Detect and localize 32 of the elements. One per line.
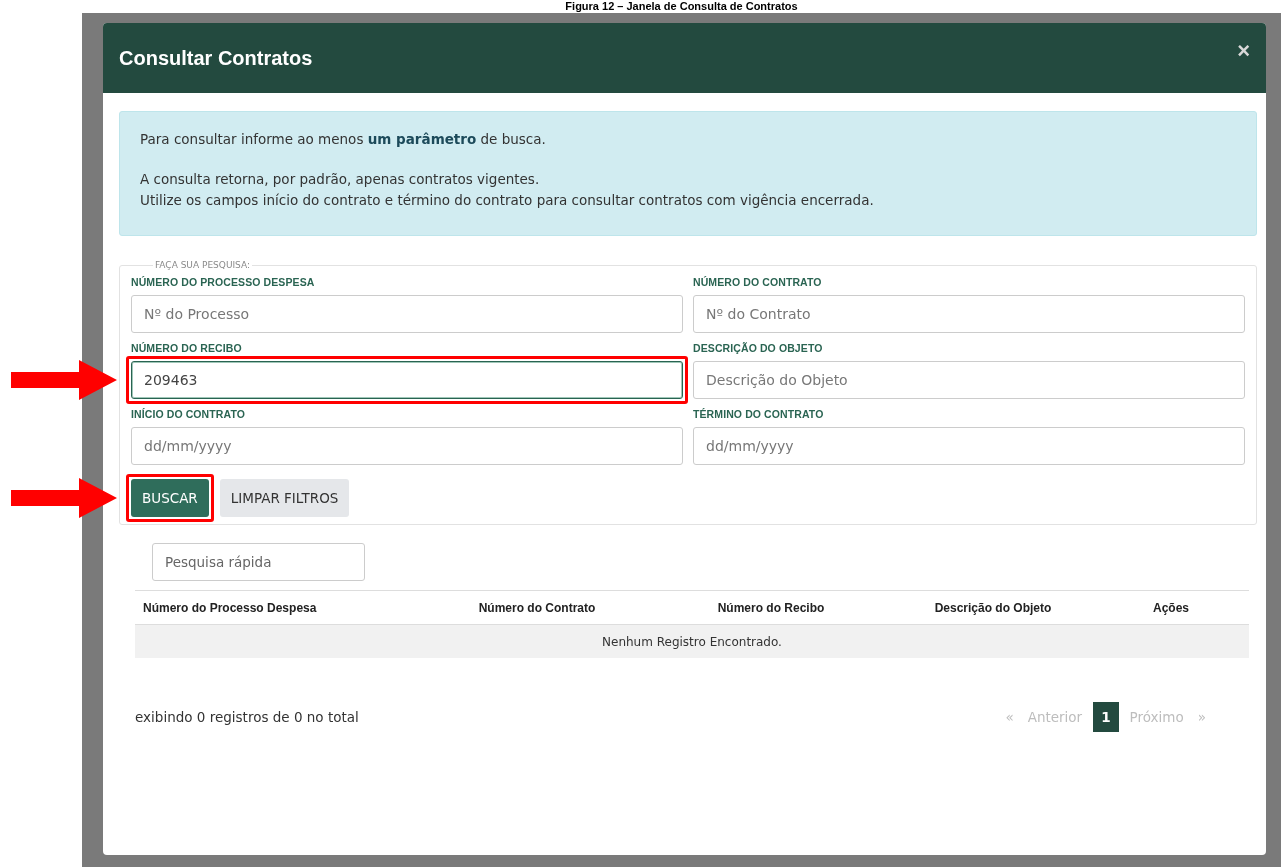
field-label: NÚMERO DO PROCESSO DESPESA [131, 276, 316, 288]
page-button[interactable]: 1 [1093, 702, 1119, 732]
records-info: exibindo 0 registros de 0 no total [135, 709, 359, 725]
input-field[interactable]: Nº do Contrato [693, 295, 1245, 333]
alert-text: A consulta retorna, por padrão, apenas contratos vigentes. [140, 170, 541, 189]
empty-message: Nenhum Registro Encontrado. [602, 634, 782, 649]
alert-text: Para consultar informe ao menos um parâmetro de busca. [140, 130, 547, 149]
modal-title: Consultar Contratos [119, 46, 313, 70]
clear-filters-button[interactable]: LIMPAR FILTROS [219, 479, 350, 517]
column-header: Descrição do Objeto [934, 600, 1052, 615]
field-label: NÚMERO DO CONTRATO [693, 276, 823, 288]
close-button[interactable]: × [1233, 38, 1254, 64]
input-field[interactable]: dd/mm/yyyy [693, 427, 1245, 465]
alert-text: Utilize os campos início do contrato e término do contrato para consultar contratos com vigência encerrada. [140, 191, 875, 210]
column-header: Número do Recibo [717, 600, 825, 615]
field-label: NÚMERO DO RECIBO [131, 342, 243, 354]
field-label: INÍCIO DO CONTRATO [131, 408, 246, 420]
input-field[interactable]: Descrição do Objeto [693, 361, 1245, 399]
input-field[interactable]: dd/mm/yyyy [131, 427, 683, 465]
field-label: TÉRMINO DO CONTRATO [693, 408, 825, 420]
pointer-arrow-icon [11, 360, 117, 400]
quick-search-field[interactable]: Pesquisa rápida [152, 543, 365, 581]
input-field[interactable]: 209463 [131, 361, 683, 399]
column-header: Número do Contrato [478, 600, 596, 615]
column-header: Ações [1153, 600, 1189, 615]
input-field[interactable]: Nº do Processo [131, 295, 683, 333]
column-header: Número do Processo Despesa [143, 600, 317, 615]
search-button[interactable]: BUSCAR [131, 479, 209, 517]
figure-caption: Figura 12 – Janela de Consulta de Contratos [564, 0, 799, 13]
field-label: DESCRIÇÃO DO OBJETO [693, 342, 824, 354]
panel-legend: FAÇA SUA PESQUISA: [153, 260, 253, 270]
pointer-arrow-icon [11, 478, 117, 518]
